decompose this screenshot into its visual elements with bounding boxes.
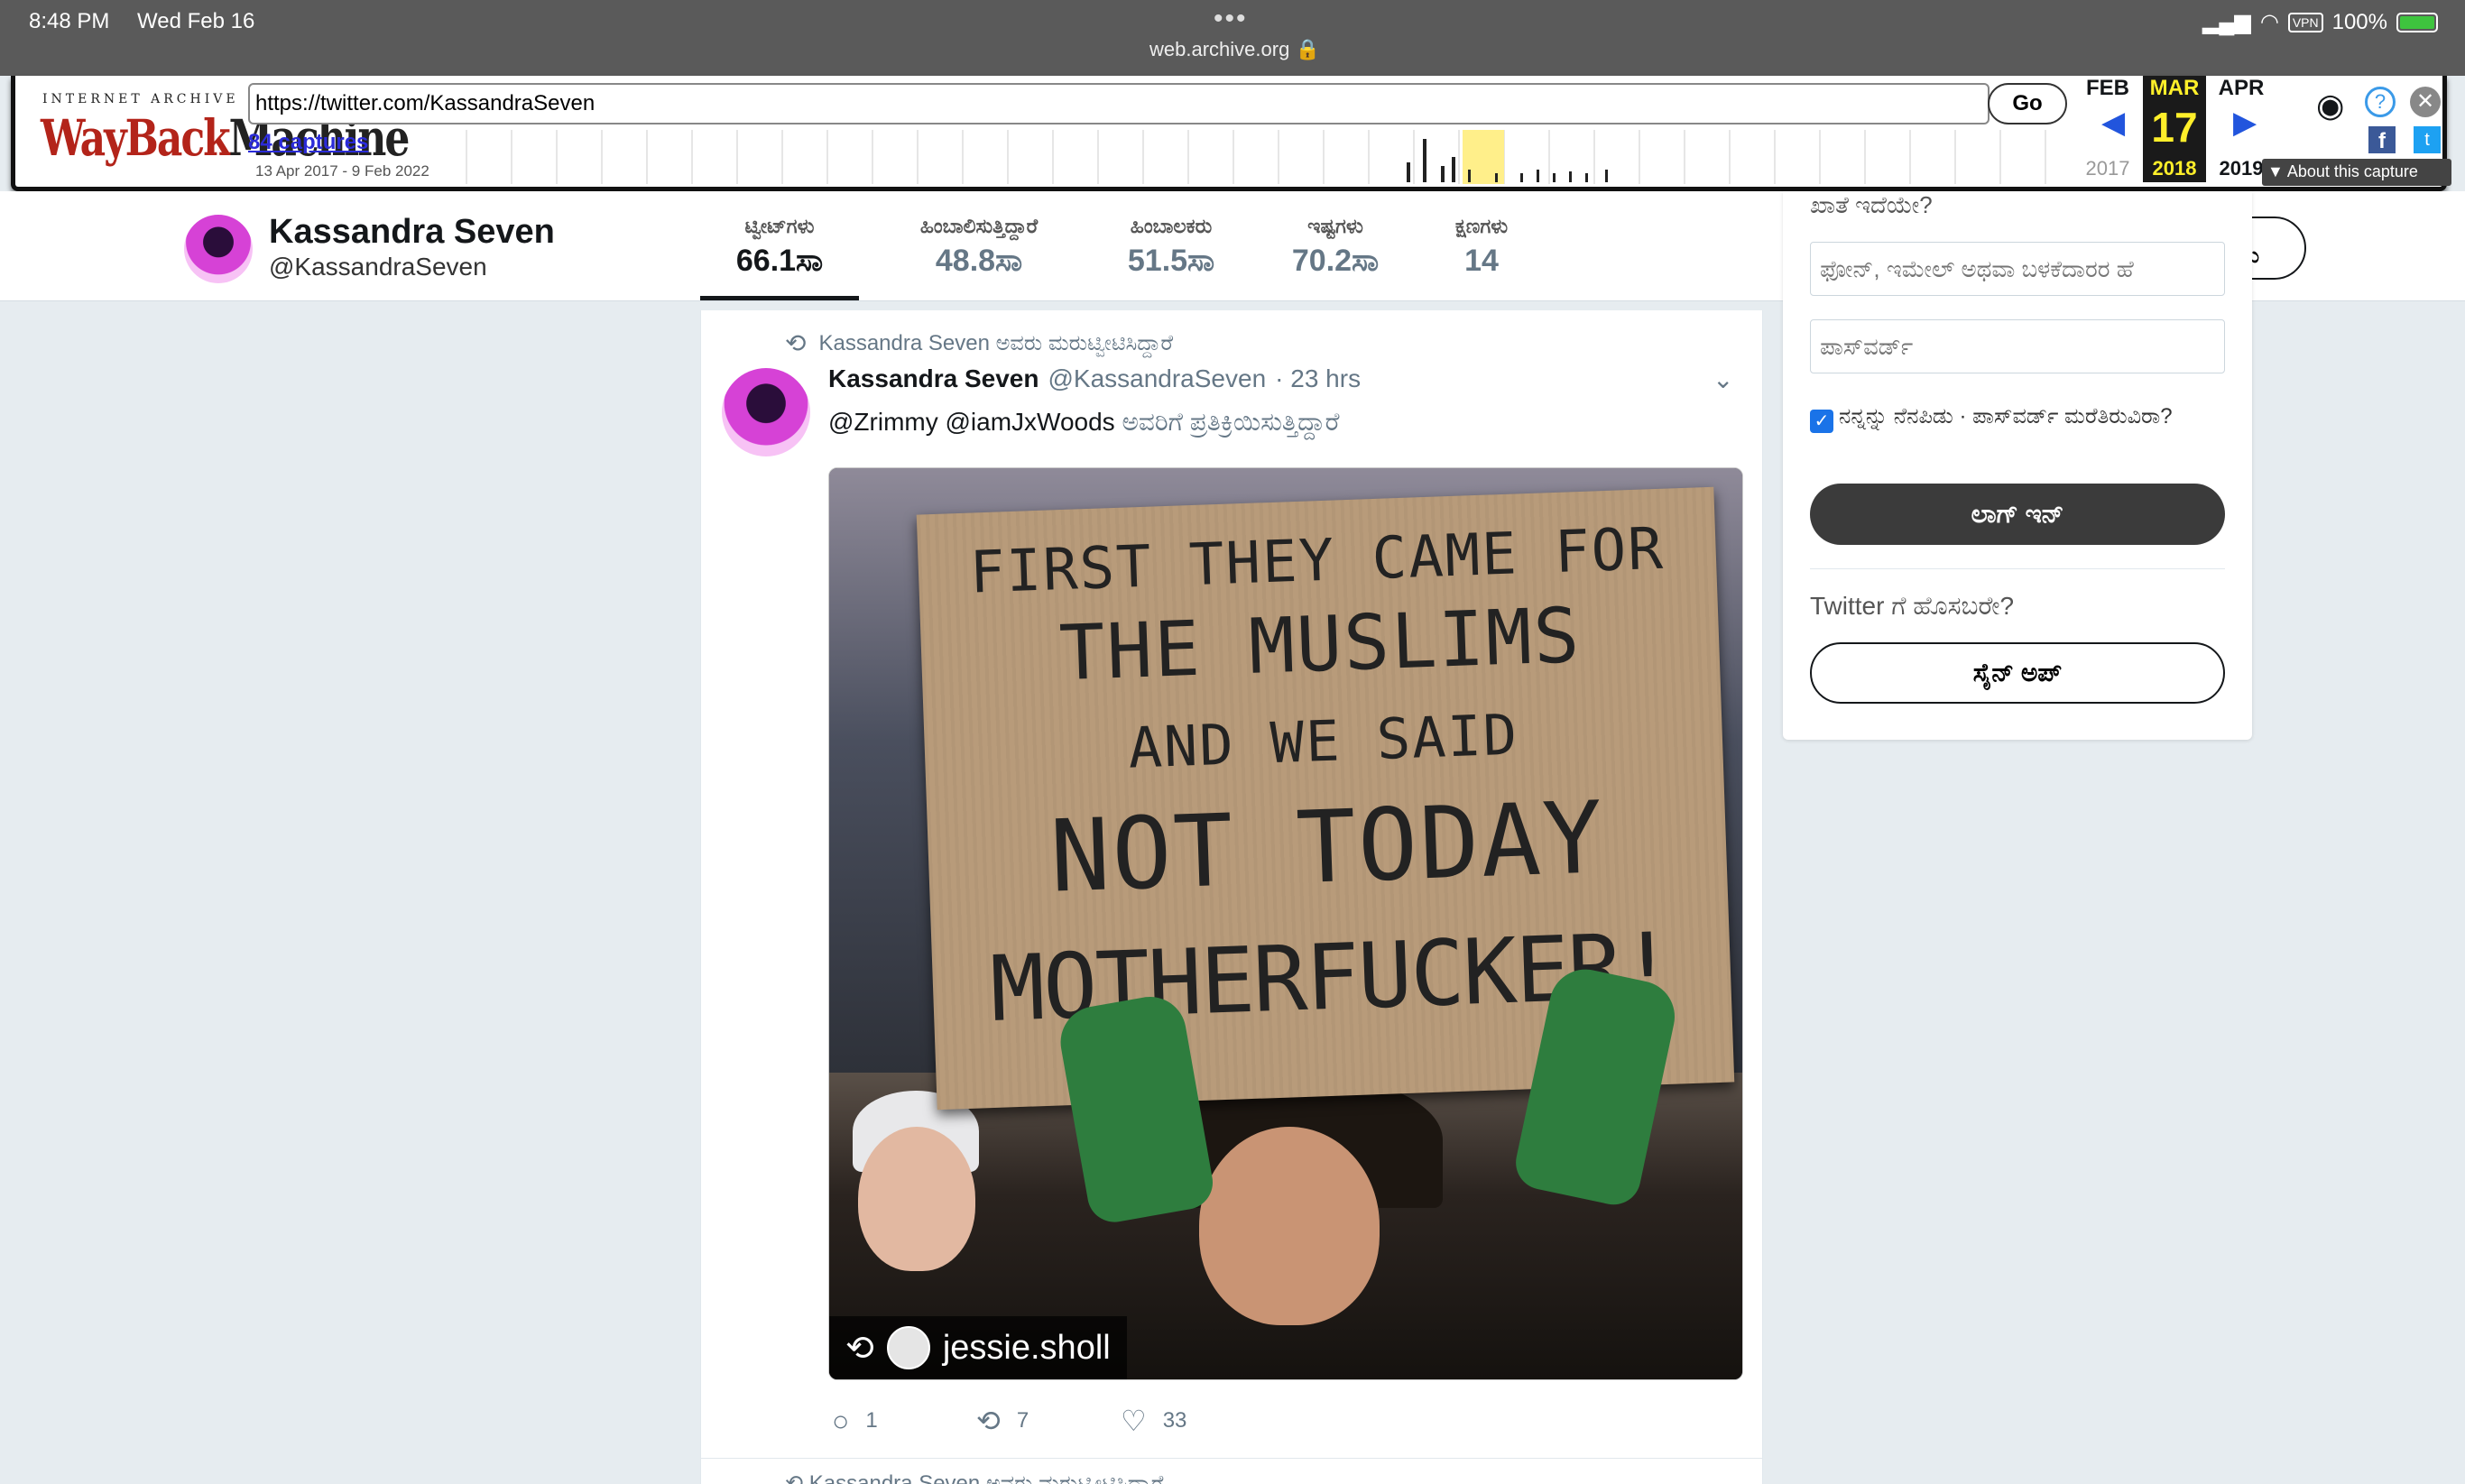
sign-line: AND WE SAID xyxy=(1127,701,1520,781)
next-month[interactable]: APR xyxy=(2210,76,2273,101)
profile-handle[interactable]: @KassandraSeven xyxy=(269,253,487,281)
stat-label: ಹಿಂಬಾಲಕರು xyxy=(1130,215,1213,237)
signal-icon: ▂▄▆ xyxy=(2202,10,2251,34)
capture-range: 13 Apr 2017 - 9 Feb 2022 xyxy=(255,162,429,180)
tweet-avatar[interactable] xyxy=(722,368,810,456)
facebook-icon[interactable]: f xyxy=(2368,126,2396,153)
profile-name[interactable]: Kassandra Seven xyxy=(269,213,555,252)
reply-action[interactable]: ○ 1 xyxy=(832,1404,976,1438)
battery-icon xyxy=(2396,12,2438,32)
login-panel: ಖಾತೆ ಇದೆಯೇ? ✓ ನನ್ನನ್ನು ನೆನಪಿಡು · ಪಾಸ್‌ವರ್… xyxy=(1783,191,2252,740)
prev-month[interactable]: FEB xyxy=(2076,76,2139,101)
twitter-share-icon[interactable]: t xyxy=(2414,126,2441,153)
wayback-url-input[interactable] xyxy=(248,83,1990,124)
chevron-down-icon[interactable]: ⌄ xyxy=(1713,364,1733,394)
retweet-context: ⟲ Kassandra Seven ಅವರು ಮರುಟ್ವೀಟಿಸಿದ್ದಾರೆ xyxy=(785,328,1173,358)
prev-capture-arrow-icon[interactable]: ◀ xyxy=(2101,105,2125,141)
vpn-badge: VPN xyxy=(2287,12,2323,32)
username-input[interactable] xyxy=(1810,242,2225,296)
more-dots-icon[interactable]: ••• xyxy=(1214,4,1248,34)
dropdown-triangle-icon: ▼ xyxy=(2267,162,2284,180)
remember-row: ✓ ನನ್ನನ್ನು ನೆನಪಿಡು · ಪಾಸ್‌ವರ್ಡ್ ಮರೆತಿರುವಿ… xyxy=(1810,401,2225,433)
current-day: 17 xyxy=(2151,104,2198,151)
stat-followers[interactable]: ಹಿಂಬಾಲಕರು 51.5ಸಾ xyxy=(1101,215,1242,279)
stat-value: 70.2ಸಾ xyxy=(1291,244,1380,278)
stat-label: ಕ್ಷಣಗಳು xyxy=(1454,215,1509,237)
retweet-action[interactable]: ⟲ 7 xyxy=(976,1404,1121,1438)
signup-button[interactable]: ಸೈನ್ ಅಪ್ xyxy=(1810,642,2225,704)
sign-line: NOT TODAY xyxy=(1048,779,1606,915)
status-bar: 8:48 PM Wed Feb 16 ••• web.archive.org 🔒… xyxy=(0,0,2465,76)
tweet-divider xyxy=(700,1458,1763,1459)
login-button[interactable]: ಲಾಗ್ ಇನ್ xyxy=(1810,484,2225,545)
tweet-photo[interactable]: FIRST THEY CAME FOR THE MUSLIMS AND WE S… xyxy=(828,467,1743,1380)
status-date: Wed Feb 16 xyxy=(137,9,255,33)
lock-icon: 🔒 xyxy=(1295,38,1320,60)
stat-value: 48.8ಸಾ xyxy=(935,244,1023,278)
remember-label[interactable]: ನನ್ನನ್ನು ನೆನಪಿಡು xyxy=(1839,404,1953,429)
profile-avatar-small[interactable] xyxy=(184,215,253,283)
forgot-password-link[interactable]: · ಪಾಸ್‌ವರ್ಡ್ ಮರೆತಿರುವಿರಾ? xyxy=(1959,404,2172,429)
new-to-twitter-text: Twitter ಗೆ ಹೊಸಬರೇ? xyxy=(1810,592,2015,620)
photo-person-face xyxy=(858,1127,975,1271)
internet-archive-label: INTERNET ARCHIVE xyxy=(42,92,239,106)
help-icon[interactable]: ? xyxy=(2365,87,2396,117)
tweet-author-handle[interactable]: @KassandraSeven xyxy=(1048,364,1266,393)
reply-count: 1 xyxy=(865,1408,878,1433)
stat-value: 51.5ಸಾ xyxy=(1127,244,1215,278)
prev-year[interactable]: 2017 xyxy=(2076,157,2139,180)
status-indicators: ▂▄▆ ◠ VPN 100% xyxy=(2202,9,2438,35)
stat-moments[interactable]: ಕ್ಷಣಗಳು 14 xyxy=(1426,215,1537,279)
photo-credit-username: jessie.sholl xyxy=(942,1328,1111,1367)
remember-checkbox[interactable]: ✓ xyxy=(1810,410,1833,433)
like-action[interactable]: ♡ 33 xyxy=(1121,1404,1265,1438)
retweet-icon: ⟲ xyxy=(785,329,807,357)
stat-label: ಇಷ್ಟಗಳು xyxy=(1307,215,1363,237)
wifi-icon: ◠ xyxy=(2259,10,2279,34)
battery-percent: 100% xyxy=(2331,9,2387,34)
about-capture-dropdown[interactable]: ▼ About this capture xyxy=(2262,159,2451,186)
retweet-count: 7 xyxy=(1016,1408,1029,1433)
status-time: 8:48 PM xyxy=(29,9,110,33)
next-capture-arrow-icon[interactable]: ▶ xyxy=(2233,105,2257,141)
captures-link[interactable]: 84 captures xyxy=(248,130,368,155)
capture-sparkline[interactable] xyxy=(457,130,2073,184)
reply-context: @Zrimmy @iamJxWoods ಅವರಿಗೆ ಪ್ರತಿಕ್ರಿಯಿಸು… xyxy=(828,408,1340,438)
like-count: 33 xyxy=(1162,1408,1187,1433)
photo-credit: ⟲ jessie.sholl xyxy=(829,1316,1127,1379)
stat-label: ಹಿಂಬಾಲಿಸುತ್ತಿದ್ದಾರೆ xyxy=(919,215,1039,237)
wayback-toolbar: INTERNET ARCHIVE WayBackMachine Go 84 ca… xyxy=(11,76,2451,191)
safari-domain[interactable]: web.archive.org 🔒 xyxy=(1149,38,1320,61)
stat-value: 66.1ಸಾ xyxy=(735,244,824,278)
stat-likes[interactable]: ಇಷ್ಟಗಳು 70.2ಸಾ xyxy=(1263,215,1408,279)
tweet-timestamp[interactable]: · 23 hrs xyxy=(1275,364,1361,393)
active-tab-underline xyxy=(700,296,859,300)
password-input[interactable] xyxy=(1810,319,2225,373)
repost-icon: ⟲ xyxy=(845,1329,874,1368)
reply-icon: ○ xyxy=(832,1404,850,1437)
have-account-text: ಖಾತೆ ಇದೆಯೇ? xyxy=(1810,191,1933,218)
tweet-header: Kassandra Seven @KassandraSeven · 23 hrs xyxy=(828,364,1361,393)
stat-tweets[interactable]: ಟ್ವೀಟ್‌ಗಳು 66.1ಸಾ xyxy=(700,215,859,279)
stat-label: ಟ್ವೀಟ್‌ಗಳು xyxy=(744,215,815,237)
stat-value: 14 xyxy=(1464,244,1499,278)
login-divider xyxy=(1810,568,2225,569)
stat-following[interactable]: ಹಿಂಬಾಲಿಸುತ್ತಿದ್ದಾರೆ 48.8ಸಾ xyxy=(875,215,1083,279)
current-year: 2018 xyxy=(2152,157,2197,180)
credit-avatar xyxy=(886,1326,930,1369)
reply-suffix: ಅವರಿಗೆ ಪ್ರತಿಕ್ರಿಯಿಸುತ್ತಿದ್ದಾರೆ xyxy=(1122,408,1340,436)
tweet-author-name[interactable]: Kassandra Seven xyxy=(828,364,1039,393)
user-account-icon[interactable]: ◉ xyxy=(2316,87,2344,124)
go-button[interactable]: Go xyxy=(1988,83,2067,124)
photo-protester-face xyxy=(1199,1127,1380,1325)
retweet-context-label: Kassandra Seven ಅವರು ಮರುಟ್ವೀಟಿಸಿದ್ದಾರೆ xyxy=(818,330,1174,355)
close-icon[interactable]: ✕ xyxy=(2410,87,2441,117)
heart-icon: ♡ xyxy=(1121,1405,1147,1437)
retweet-icon: ⟲ xyxy=(976,1405,1001,1437)
next-retweet-context: ⟲ Kassandra Seven ಅವರು ಮರುಟ್ವೀಟಿಸಿದ್ದಾರೆ xyxy=(785,1471,1164,1484)
tweet-actions: ○ 1 ⟲ 7 ♡ 33 xyxy=(832,1404,1265,1438)
reply-mentions[interactable]: @Zrimmy @iamJxWoods xyxy=(828,408,1115,436)
